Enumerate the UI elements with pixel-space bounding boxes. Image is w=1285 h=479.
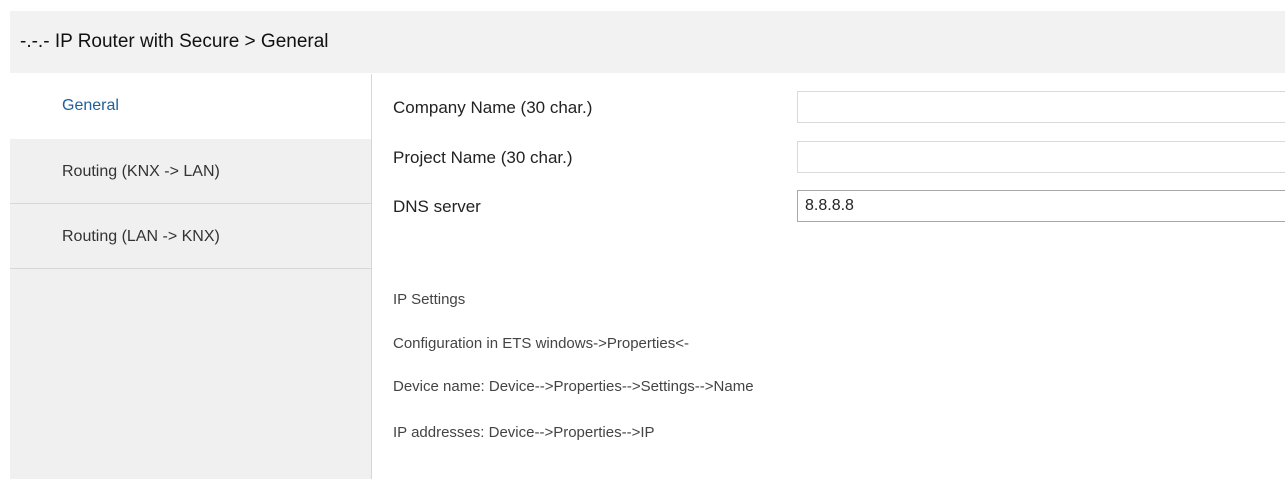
dns-server-field[interactable] (797, 190, 1285, 222)
info-line-ip-addresses: IP addresses: Device-->Properties-->IP (393, 424, 655, 441)
dns-server-row: DNS server (373, 187, 1285, 227)
company-name-field[interactable] (797, 91, 1285, 123)
ip-settings-heading: IP Settings (393, 291, 466, 308)
sidebar: General Routing (KNX -> LAN) Routing (LA… (10, 74, 372, 479)
info-line-configuration: Configuration in ETS windows->Properties… (393, 335, 689, 352)
sidebar-item-routing-knx-lan[interactable]: Routing (KNX -> LAN) (10, 139, 371, 204)
info-line-device-name: Device name: Device-->Properties-->Setti… (393, 378, 754, 395)
parameter-window: -.-.- IP Router with Secure > General Ge… (0, 0, 1285, 479)
page-title: -.-.- IP Router with Secure > General (10, 11, 1285, 73)
project-name-label: Project Name (30 char.) (393, 148, 573, 167)
dns-server-label: DNS server (393, 197, 481, 216)
company-name-row: Company Name (30 char.) (373, 88, 1285, 128)
sidebar-item-routing-lan-knx[interactable]: Routing (LAN -> KNX) (10, 204, 371, 269)
company-name-label: Company Name (30 char.) (393, 98, 593, 117)
project-name-row: Project Name (30 char.) (373, 138, 1285, 178)
project-name-field[interactable] (797, 141, 1285, 173)
parameter-panel: Company Name (30 char.) Project Name (30… (373, 74, 1285, 479)
sidebar-item-general[interactable]: General (10, 74, 371, 139)
